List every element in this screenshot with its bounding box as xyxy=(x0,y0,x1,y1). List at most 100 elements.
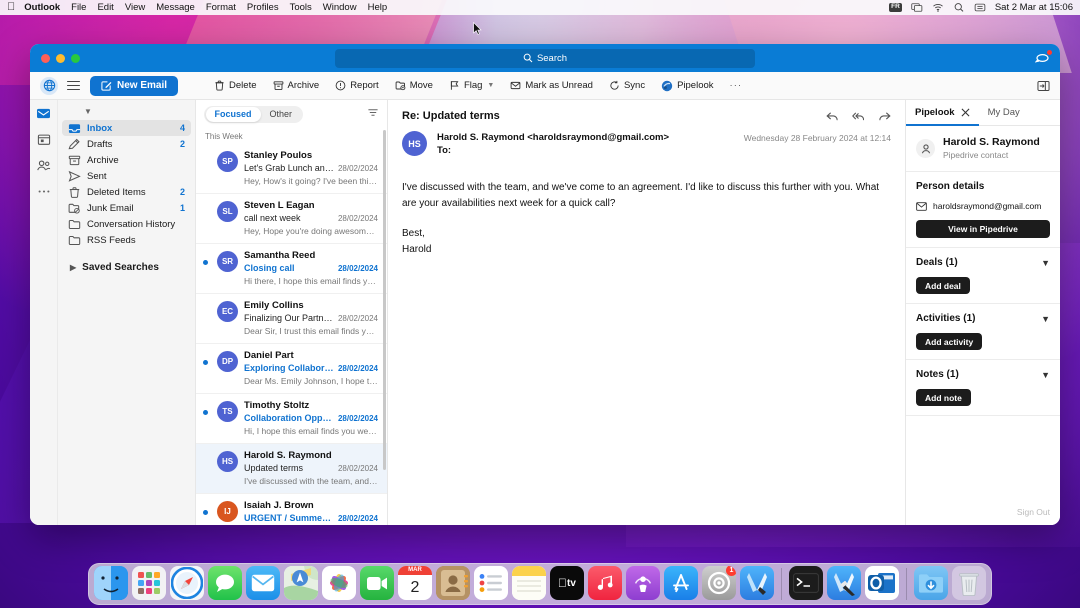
flag-button[interactable]: Flag ▼ xyxy=(441,77,502,94)
keyboard-layout-badge[interactable]: FR xyxy=(889,3,902,12)
chevron-down-icon[interactable]: ▼ xyxy=(58,105,195,120)
sign-out-button[interactable]: Sign Out xyxy=(906,499,1060,525)
folder-item-inbox[interactable]: Inbox 4 xyxy=(62,120,191,136)
menubar-item-window[interactable]: Window xyxy=(323,2,357,13)
dock-launchpad-icon[interactable] xyxy=(132,566,166,600)
report-button[interactable]: Report xyxy=(327,77,387,94)
search-input[interactable]: Search xyxy=(335,48,755,68)
reply-icon[interactable] xyxy=(826,111,839,122)
menubar-item-edit[interactable]: Edit xyxy=(97,2,113,13)
menubar-item-outlook[interactable]: Outlook xyxy=(24,2,60,13)
more-options-button[interactable]: ··· xyxy=(722,77,751,94)
message-list-item[interactable]: SP Stanley Poulos Let's Grab Lunch and Tal… xyxy=(196,144,387,194)
dock-music-icon[interactable] xyxy=(588,566,622,600)
message-list-item[interactable]: TS Timothy Stoltz Collaboration Opportun..… xyxy=(196,394,387,444)
menubar-item-view[interactable]: View xyxy=(125,2,145,13)
dock-developer-tool-icon[interactable] xyxy=(827,566,861,600)
folder-item-drafts[interactable]: Drafts 2 xyxy=(62,136,191,152)
message-list-item[interactable]: HS Harold S. Raymond Updated terms 28/02/20… xyxy=(196,444,387,494)
menubar-item-file[interactable]: File xyxy=(71,2,86,13)
menubar-item-help[interactable]: Help xyxy=(368,2,388,13)
dock-facetime-icon[interactable] xyxy=(360,566,394,600)
folder-item-junk-email[interactable]: Junk Email 1 xyxy=(62,200,191,216)
dock-podcasts-icon[interactable] xyxy=(626,566,660,600)
pipelook-button[interactable]: Pipelook xyxy=(653,77,721,95)
close-icon[interactable] xyxy=(961,108,970,117)
add-activity-button[interactable]: Add activity xyxy=(916,333,983,350)
minimize-window-button[interactable] xyxy=(56,53,65,63)
message-list-item[interactable]: DP Daniel Part Exploring Collaboration...2… xyxy=(196,344,387,394)
dock-contacts-icon[interactable] xyxy=(436,566,470,600)
menubar-item-tools[interactable]: Tools xyxy=(290,2,312,13)
message-list-item[interactable]: SL Steven L Eagan call next week 28/02/2024… xyxy=(196,194,387,244)
close-window-button[interactable] xyxy=(41,53,50,63)
menubar-item-message[interactable]: Message xyxy=(156,2,195,13)
dock-outlook-icon[interactable] xyxy=(865,566,899,600)
saved-searches-item[interactable]: ▶ Saved Searches xyxy=(58,262,195,273)
reading-pane-icon[interactable] xyxy=(1037,80,1050,92)
folder-item-rss-feeds[interactable]: RSS Feeds xyxy=(62,232,191,248)
chevron-down-icon[interactable]: ▼ xyxy=(1041,370,1050,380)
message-list-item[interactable]: EC Emily Collins Finalizing Our Partnershi… xyxy=(196,294,387,344)
rail-people-icon[interactable] xyxy=(36,158,52,173)
dock-photos-icon[interactable] xyxy=(322,566,356,600)
dock-trash-icon[interactable] xyxy=(952,566,986,600)
screen-mirroring-icon[interactable] xyxy=(911,2,923,13)
mark-as-unread-button[interactable]: Mark as Unread xyxy=(502,77,601,94)
dock-safari-icon[interactable] xyxy=(170,566,204,600)
search-icon[interactable] xyxy=(953,2,965,13)
globe-icon[interactable] xyxy=(40,76,58,95)
dock-maps-icon[interactable] xyxy=(284,566,318,600)
reply-all-icon[interactable] xyxy=(852,111,865,122)
dock-xcode-icon[interactable] xyxy=(740,566,774,600)
dock-appstore-icon[interactable] xyxy=(664,566,698,600)
rail-more-icon[interactable] xyxy=(36,184,52,199)
message-list-item[interactable]: SR Samantha Reed Closing call 28/02/2024 Hi … xyxy=(196,244,387,294)
maximize-window-button[interactable] xyxy=(71,53,80,63)
dock-mail-icon[interactable] xyxy=(246,566,280,600)
new-email-button[interactable]: New Email xyxy=(90,75,179,96)
dock-terminal-icon[interactable] xyxy=(789,566,823,600)
sync-button[interactable]: Sync xyxy=(601,77,653,94)
tab-pipelook[interactable]: Pipelook xyxy=(906,100,979,126)
folder-item-archive[interactable]: Archive xyxy=(62,152,191,168)
forward-icon[interactable] xyxy=(878,111,891,122)
hamburger-menu-icon[interactable] xyxy=(67,80,80,91)
message-list-scroll[interactable]: This Week SP Stanley Poulos Let's Grab Lunc… xyxy=(196,128,387,525)
apple-icon[interactable]:  xyxy=(7,2,15,13)
chevron-down-icon[interactable]: ▼ xyxy=(1041,258,1050,268)
archive-button[interactable]: Archive xyxy=(265,77,328,94)
filter-icon[interactable] xyxy=(367,105,379,123)
dock-calendar-icon[interactable]: MAR 2 xyxy=(398,566,432,600)
menubar-item-format[interactable]: Format xyxy=(206,2,236,13)
add-note-button[interactable]: Add note xyxy=(916,389,971,406)
folder-item-sent[interactable]: Sent xyxy=(62,168,191,184)
wifi-icon[interactable] xyxy=(932,2,944,13)
dock-messages-icon[interactable] xyxy=(208,566,242,600)
tab-my-day[interactable]: My Day xyxy=(979,100,1029,125)
message-list-scrollbar[interactable] xyxy=(383,130,386,470)
message-list-item[interactable]: IJ Isaiah J. Brown URGENT / Summer deal28/… xyxy=(196,494,387,525)
folder-item-deleted-items[interactable]: Deleted Items 2 xyxy=(62,184,191,200)
menubar-clock[interactable]: Sat 2 Mar at 15:06 xyxy=(995,2,1073,13)
view-in-pipedrive-button[interactable]: View in Pipedrive xyxy=(916,220,1050,238)
dock-reminders-icon[interactable] xyxy=(474,566,508,600)
dock-system-settings-icon[interactable]: 1 xyxy=(702,566,736,600)
dock-notes-icon[interactable] xyxy=(512,566,546,600)
move-button[interactable]: Move xyxy=(387,77,441,94)
rail-mail-icon[interactable] xyxy=(36,106,52,121)
add-deal-button[interactable]: Add deal xyxy=(916,277,970,294)
rail-calendar-icon[interactable] xyxy=(36,132,52,147)
tab-focused[interactable]: Focused xyxy=(205,106,261,122)
contact-email[interactable]: haroldsraymond@gmail.com xyxy=(933,201,1041,211)
control-center-icon[interactable] xyxy=(974,2,986,13)
delete-button[interactable]: Delete xyxy=(206,77,264,94)
dock-downloads-folder-icon[interactable] xyxy=(914,566,948,600)
dock-finder-icon[interactable] xyxy=(94,566,128,600)
tab-other[interactable]: Other xyxy=(261,107,302,122)
folder-item-conversation-history[interactable]: Conversation History xyxy=(62,216,191,232)
menubar-item-profiles[interactable]: Profiles xyxy=(247,2,279,13)
dock-appletv-icon[interactable]: tv xyxy=(550,566,584,600)
notifications-icon[interactable] xyxy=(1034,50,1052,65)
chevron-down-icon[interactable]: ▼ xyxy=(1041,314,1050,324)
